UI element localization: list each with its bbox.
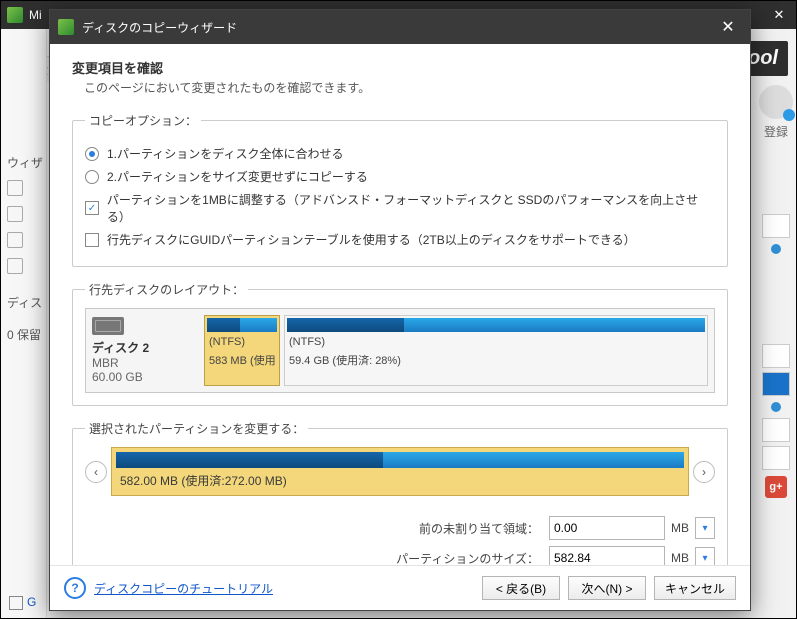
option-align-1mb[interactable]: パーティションを1MBに調整する（アドバンスド・フォーマットディスクと SSDの…: [85, 191, 715, 225]
thumb-3: [762, 372, 790, 396]
target-layout-group: 行先ディスクのレイアウト： ディスク 2 MBR 60.00 GB (NTFS)…: [72, 281, 728, 406]
checkbox-icon: [85, 233, 99, 247]
tutorial-link[interactable]: ディスクコピーのチュートリアル: [94, 580, 273, 597]
dialog-footer: ? ディスクコピーのチュートリアル < 戻る(B) 次へ(N) > キャンセル: [50, 565, 750, 610]
unit-mb: MB: [671, 551, 689, 565]
app-icon: [7, 7, 23, 23]
dialog-close-button[interactable]: ✕: [714, 13, 742, 41]
input-before[interactable]: [549, 516, 665, 540]
partition-2[interactable]: (NTFS) 59.4 GB (使用済: 28%): [284, 315, 708, 386]
option-no-resize[interactable]: 2.パーティションをサイズ変更せずにコピーする: [85, 168, 715, 185]
target-layout-legend: 行先ディスクのレイアウト：: [85, 281, 248, 298]
disk-info: ディスク 2 MBR 60.00 GB: [86, 309, 198, 392]
disk-layout-row: ディスク 2 MBR 60.00 GB (NTFS) 583 MB (使用 (N…: [85, 308, 715, 393]
page-subheading: このページにおいて変更されたものを確認できます。: [72, 79, 728, 96]
checkbox-icon[interactable]: [9, 596, 23, 610]
dot-2: [771, 402, 781, 412]
dot-1: [771, 244, 781, 254]
back-button[interactable]: < 戻る(B): [482, 576, 560, 600]
avatar-icon[interactable]: [759, 85, 793, 119]
thumb-2: [762, 344, 790, 368]
page-heading: 変更項目を確認: [72, 58, 728, 77]
bg-signup-label[interactable]: 登録: [756, 123, 796, 140]
bg-close-button[interactable]: ✕: [762, 1, 796, 29]
radio-icon: [85, 170, 99, 184]
dialog-title: ディスクのコピーウィザード: [82, 19, 237, 36]
bg-sidebar: ウィザ ディス 0 保留: [1, 29, 47, 618]
gplus-icon[interactable]: g+: [765, 476, 787, 498]
label-before: 前の未割り当て領域：: [419, 520, 539, 537]
wizard-icon: [58, 19, 74, 35]
option-fit-disk[interactable]: 1.パーティションをディスク全体に合わせる: [85, 145, 715, 162]
bg-gpt-row: G: [9, 595, 36, 610]
next-button[interactable]: 次へ(N) >: [568, 576, 646, 600]
option-guid[interactable]: 行先ディスクにGUIDパーティションテーブルを使用する（2TB以上のディスクをサ…: [85, 231, 715, 248]
selected-partition[interactable]: 582.00 MB (使用済:272.00 MB): [111, 447, 689, 496]
unit-dropdown[interactable]: ▾: [695, 547, 715, 565]
thumb-4: [762, 418, 790, 442]
partition-1[interactable]: (NTFS) 583 MB (使用: [204, 315, 280, 386]
thumb-1: [762, 214, 790, 238]
bg-app-title: Mi: [29, 8, 42, 22]
selected-partition-label: 582.00 MB (使用済:272.00 MB): [116, 468, 684, 489]
copy-disk-wizard-dialog: ディスクのコピーウィザード ✕ 変更項目を確認 このページにおいて変更されたもの…: [49, 9, 751, 611]
copy-options-legend: コピーオプション：: [85, 112, 201, 129]
thumb-5: [762, 446, 790, 470]
radio-icon: [85, 147, 99, 161]
unit-mb: MB: [671, 521, 689, 535]
next-partition-button[interactable]: ›: [693, 461, 715, 483]
checkbox-icon: [85, 201, 99, 215]
label-size: パーティションのサイズ：: [396, 550, 539, 566]
input-size[interactable]: [549, 546, 665, 565]
disk-icon: [92, 317, 124, 335]
drive-icon: [7, 258, 23, 274]
unit-dropdown[interactable]: ▾: [695, 517, 715, 539]
cancel-button[interactable]: キャンセル: [654, 576, 736, 600]
change-partition-legend: 選択されたパーティションを変更する：: [85, 420, 308, 437]
doc-icon: [7, 180, 23, 196]
help-icon[interactable]: ?: [64, 577, 86, 599]
prev-partition-button[interactable]: ‹: [85, 461, 107, 483]
copy-options-group: コピーオプション： 1.パーティションをディスク全体に合わせる 2.パーティショ…: [72, 112, 728, 267]
dialog-titlebar: ディスクのコピーウィザード ✕: [50, 10, 750, 44]
clock-icon: [7, 206, 23, 222]
bg-right-panel: 登録 g+: [756, 81, 796, 588]
change-partition-group: 選択されたパーティションを変更する： ‹ 582.00 MB (使用済:272.…: [72, 420, 728, 565]
copy-icon: [7, 232, 23, 248]
